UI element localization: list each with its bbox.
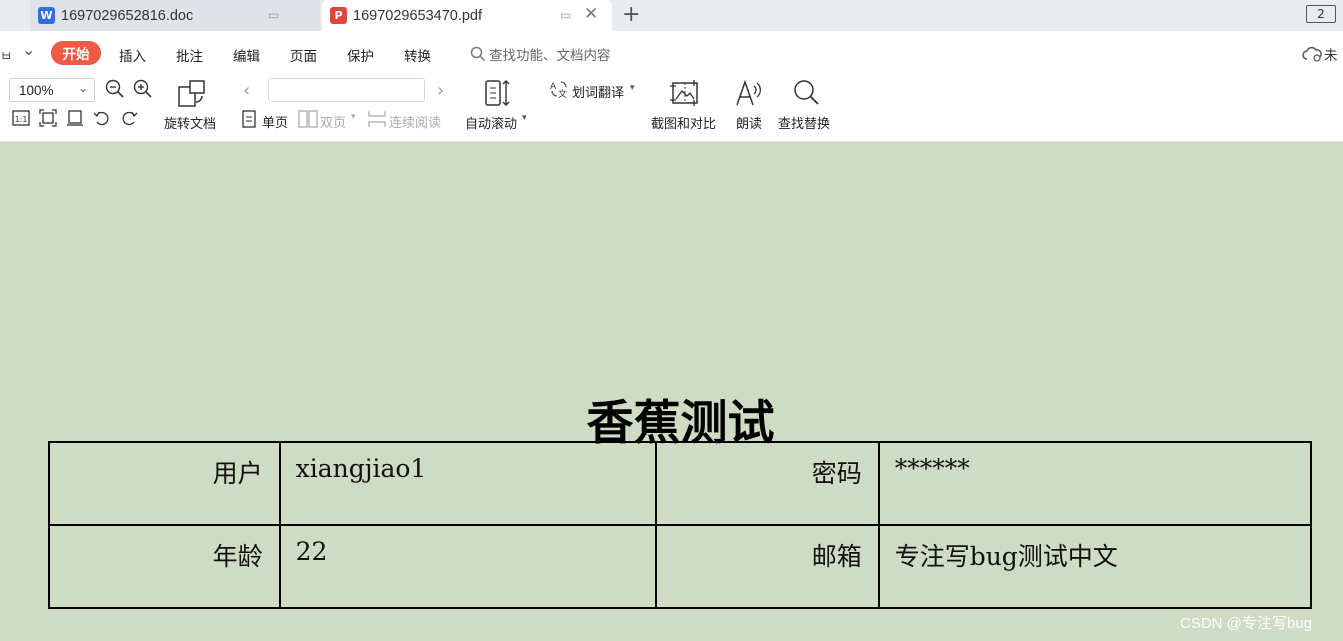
read-aloud-label[interactable]: 朗读 [736,113,762,132]
menu-bar: ㅂ ⌄ 开始 插入 批注 编辑 页面 保护 转换 查找功能、文档内容 未 [0,31,1343,75]
word-icon: W [38,7,55,24]
rotate-right-icon[interactable] [120,109,138,127]
age-label: 年龄 [48,524,281,609]
auto-scroll-dropdown-icon[interactable]: ▾ [522,113,527,123]
tab-title: 1697029653470.pdf [353,7,483,24]
pdf-icon: P [330,7,347,24]
search-placeholder: 查找功能、文档内容 [489,48,611,64]
info-table: 用户 xiangjiao1 密码 ****** 年龄 22 邮箱 专注写bug测… [48,441,1313,609]
username-value: xiangjiao1 [278,441,658,526]
watermark: CSDN @专注写bug [1180,615,1312,632]
monitor-icon[interactable]: ▭ [268,8,279,22]
menu-page[interactable]: 页面 [290,45,317,65]
zoom-value: 100% [19,82,54,98]
tab-pdf[interactable]: P 1697029653470.pdf ▭ ✕ [322,0,612,31]
close-icon[interactable]: ✕ [584,4,598,24]
tab-bar: W 1697029652816.doc ▭ P 1697029653470.pd… [0,0,1343,31]
email-label: 邮箱 [655,524,880,609]
screenshot-compare-icon[interactable] [670,78,700,108]
rotate-document-icon[interactable] [176,78,208,108]
search-icon [470,46,486,62]
double-page-dropdown-icon[interactable]: ▾ [351,112,356,122]
next-page-chevron-icon[interactable]: › [437,80,444,101]
page-number-input[interactable] [268,78,425,102]
menu-left-glyph[interactable]: ㅂ [0,45,12,65]
cloud-icon [1302,46,1322,62]
menu-edit[interactable]: 编辑 [233,45,260,65]
chevron-down-icon: ⌄ [77,81,88,95]
auto-scroll-icon[interactable] [484,78,512,108]
double-page-icon[interactable] [298,110,318,128]
menu-convert[interactable]: 转换 [404,45,431,65]
password-label: 密码 [655,441,880,526]
svg-text:文: 文 [558,88,567,99]
menu-insert[interactable]: 插入 [119,45,146,65]
tab-doc[interactable]: W 1697029652816.doc ▭ [30,0,320,31]
zoom-out-icon[interactable] [105,79,125,99]
rotate-left-icon[interactable] [93,109,111,127]
new-tab-plus-icon[interactable]: + [622,2,640,27]
svg-text:1:1: 1:1 [15,115,28,124]
menu-more-chevron-icon[interactable]: ⌄ [22,40,35,59]
translate-icon[interactable]: A文 [549,79,569,99]
single-page-icon[interactable] [241,110,257,128]
translate-label[interactable]: 划词翻译 [572,82,624,101]
double-page-label[interactable]: 双页 [320,112,346,131]
table-row: 用户 xiangjiao1 密码 ****** [48,441,1313,526]
username-label: 用户 [48,441,281,526]
password-value: ****** [877,441,1313,526]
zoom-select[interactable]: 100% ⌄ [9,78,95,102]
menu-protect[interactable]: 保护 [347,45,374,65]
search-icon[interactable] [791,78,821,108]
table-row: 年龄 22 邮箱 专注写bug测试中文 [48,524,1313,609]
find-replace-label[interactable]: 查找替换 [778,113,830,132]
monitor-icon[interactable]: ▭ [560,8,571,22]
continuous-reading-label[interactable]: 连续阅读 [389,112,441,131]
cloud-status[interactable]: 未 [1302,44,1338,64]
fit-page-icon[interactable] [39,109,57,127]
email-value: 专注写bug测试中文 [877,524,1313,609]
auto-scroll-label[interactable]: 自动滚动 [465,113,517,132]
toolbar: 100% ⌄ 1:1 旋转文档 ‹ › 单页 双页 ▾ 连续阅读 自动滚动 ▾ … [0,75,1343,142]
age-value: 22 [278,524,658,609]
continuous-reading-icon[interactable] [367,110,387,128]
single-page-label[interactable]: 单页 [262,112,288,131]
svg-text:A: A [550,82,557,92]
actual-size-icon[interactable]: 1:1 [12,110,30,126]
feature-search[interactable]: 查找功能、文档内容 [470,44,611,64]
menu-annotate[interactable]: 批注 [176,45,203,65]
read-aloud-icon[interactable] [735,78,765,108]
window-count-badge[interactable]: 2 [1306,5,1336,23]
fit-width-icon[interactable] [66,109,84,127]
translate-dropdown-icon[interactable]: ▾ [630,83,635,93]
tab-title: 1697029652816.doc [61,7,194,24]
rotate-document-label[interactable]: 旋转文档 [164,113,216,132]
prev-page-chevron-icon[interactable]: ‹ [243,80,250,101]
screenshot-compare-label[interactable]: 截图和对比 [651,113,716,132]
tab-start[interactable]: 开始 [51,41,101,65]
zoom-in-icon[interactable] [133,79,153,99]
cloud-label: 未 [1324,48,1338,64]
